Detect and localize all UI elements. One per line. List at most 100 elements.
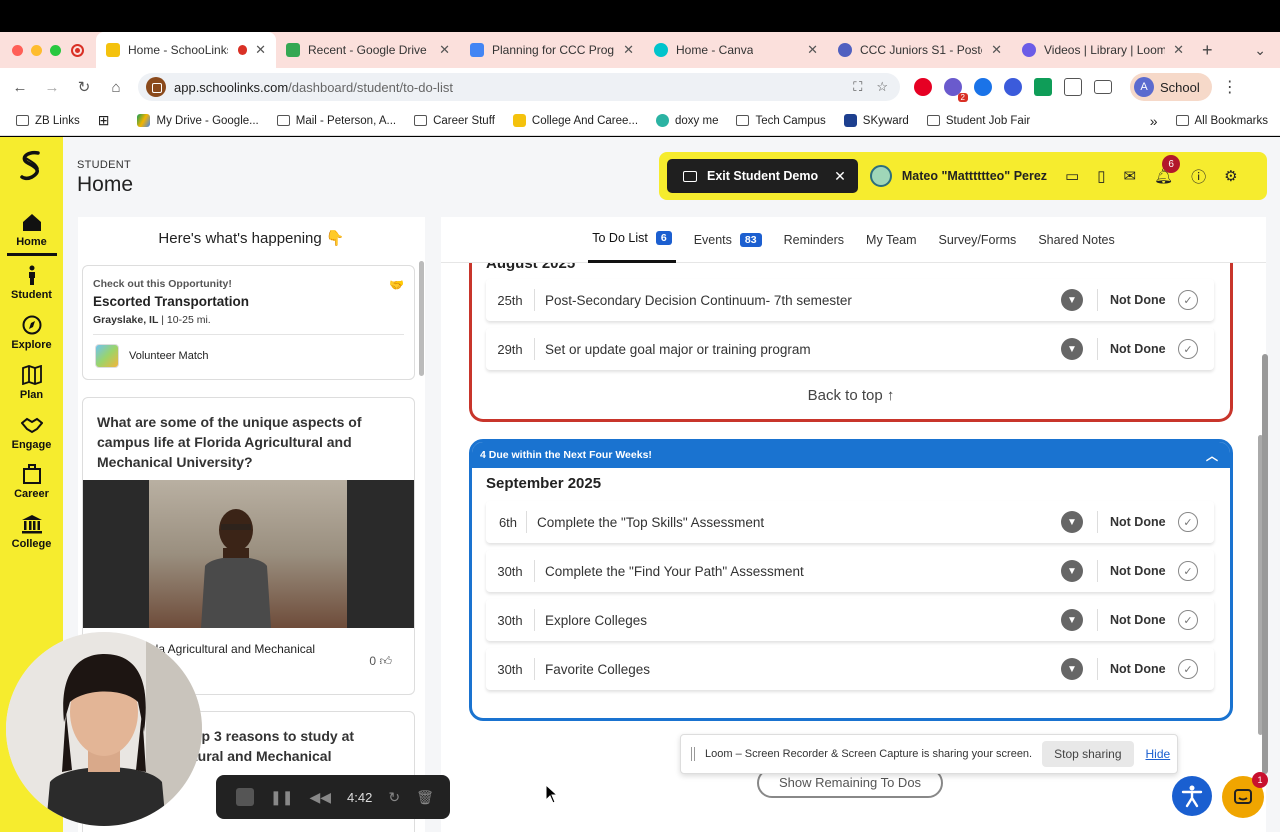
- help-icon[interactable]: ⓘ: [1191, 166, 1206, 187]
- check-circle-icon[interactable]: ✓: [1178, 610, 1198, 630]
- todo-row[interactable]: 6th Complete the "Top Skills" Assessment…: [486, 501, 1214, 543]
- tab-events[interactable]: Events 83: [690, 217, 766, 263]
- exit-student-demo-button[interactable]: Exit Student Demo ✕: [667, 159, 858, 193]
- bookmark-item[interactable]: Student Job Fair: [926, 115, 1030, 127]
- maximize-window-button[interactable]: [50, 44, 61, 56]
- todo-row[interactable]: 25th Post-Secondary Decision Continuum- …: [486, 279, 1214, 321]
- due-banner[interactable]: 4 Due within the Next Four Weeks! ︿: [472, 442, 1230, 468]
- page-scrollbar[interactable]: [1262, 354, 1268, 774]
- browser-tab-drive[interactable]: Recent - Google Drive ✕: [276, 32, 460, 68]
- back-to-top-link[interactable]: Back to top ↑: [441, 387, 1261, 404]
- wallet-icon[interactable]: ▭: [1065, 167, 1079, 185]
- chat-button[interactable]: 1: [1222, 772, 1268, 818]
- video-thumbnail[interactable]: [83, 480, 414, 628]
- nav-career[interactable]: Career: [0, 464, 63, 500]
- restart-icon[interactable]: ↻: [388, 789, 400, 806]
- chevron-down-icon[interactable]: ▼: [1061, 658, 1083, 680]
- check-circle-icon[interactable]: ✓: [1178, 339, 1198, 359]
- tab-shared-notes[interactable]: Shared Notes: [1034, 217, 1118, 263]
- bookmark-star-icon[interactable]: ☆: [876, 79, 888, 95]
- document-icon[interactable]: ▯: [1097, 167, 1105, 185]
- tab-search-chevron-icon[interactable]: ⌄: [1254, 42, 1266, 59]
- puzzle-icon[interactable]: [1064, 78, 1082, 96]
- check-circle-icon[interactable]: ✓: [1178, 290, 1198, 310]
- tab-to-do-list[interactable]: To Do List 6: [588, 217, 676, 263]
- site-info-icon[interactable]: [146, 77, 166, 97]
- todo-row[interactable]: 30th Explore Colleges ▼ Not Done ✓: [486, 599, 1214, 641]
- opportunity-card[interactable]: Check out this Opportunity! 🤝 Escorted T…: [82, 265, 415, 380]
- trash-icon[interactable]: 🗑︎: [416, 789, 434, 806]
- todo-row[interactable]: 29th Set or update goal major or trainin…: [486, 328, 1214, 370]
- drag-handle-icon[interactable]: [691, 747, 695, 761]
- address-bar[interactable]: app.schoolinks.com/dashboard/student/to-…: [138, 73, 900, 101]
- close-icon[interactable]: ✕: [834, 168, 846, 185]
- close-tab-icon[interactable]: ✕: [615, 42, 634, 58]
- close-tab-icon[interactable]: ✕: [983, 42, 1002, 58]
- more-bookmarks-icon[interactable]: »: [1150, 113, 1158, 129]
- bookmark-item[interactable]: Mail - Peterson, A...: [276, 115, 396, 127]
- stop-recording-icon[interactable]: [236, 788, 254, 806]
- tab-survey-forms[interactable]: Survey/Forms: [935, 217, 1021, 263]
- rewind-icon[interactable]: ◀◀: [309, 789, 331, 806]
- reload-icon[interactable]: ↻: [68, 78, 100, 96]
- mail-icon[interactable]: ✉: [1124, 167, 1137, 185]
- nav-explore[interactable]: Explore: [0, 315, 63, 351]
- nav-college[interactable]: College: [0, 514, 63, 550]
- bookmark-item[interactable]: ZB Links: [16, 115, 80, 127]
- bookmark-item[interactable]: SKyward: [843, 114, 909, 127]
- accessibility-button[interactable]: [1172, 776, 1212, 816]
- chevron-down-icon[interactable]: ▼: [1061, 338, 1083, 360]
- browser-tab-loom[interactable]: Videos | Library | Loom ✕: [1012, 32, 1194, 68]
- green-extension-icon[interactable]: [1034, 78, 1052, 96]
- minimize-window-button[interactable]: [31, 44, 42, 56]
- bell-icon[interactable]: 🔔︎ 6: [1154, 155, 1181, 185]
- sidepanel-icon[interactable]: [1094, 80, 1112, 94]
- profile-button[interactable]: A School: [1130, 73, 1212, 101]
- chevron-down-icon[interactable]: ▼: [1061, 289, 1083, 311]
- bookmark-item[interactable]: My Drive - Google...: [137, 114, 259, 127]
- browser-tab-schoolinks[interactable]: Home - SchooLinks ✕: [96, 32, 276, 68]
- todo-row[interactable]: 30th Complete the "Find Your Path" Asses…: [486, 550, 1214, 592]
- like-button[interactable]: 0 👍︎: [369, 654, 392, 669]
- bookmark-item[interactable]: doxy me: [656, 114, 718, 127]
- kebab-menu-icon[interactable]: ⋮: [1222, 77, 1238, 97]
- new-tab-button[interactable]: +: [1202, 40, 1213, 61]
- chevron-up-icon[interactable]: ︿: [1206, 447, 1218, 464]
- browser-tab-poster[interactable]: CCC Juniors S1 - Poster ✕: [828, 32, 1012, 68]
- schoolinks-logo-icon[interactable]: [16, 149, 46, 181]
- home-icon[interactable]: ⌂: [100, 79, 132, 96]
- gear-icon[interactable]: ⚙: [1224, 167, 1237, 185]
- close-tab-icon[interactable]: ✕: [431, 42, 450, 58]
- stop-sharing-button[interactable]: Stop sharing: [1042, 741, 1134, 767]
- chevron-down-icon[interactable]: ▼: [1061, 609, 1083, 631]
- pinterest-extension-icon[interactable]: [914, 78, 932, 96]
- chevron-down-icon[interactable]: ▼: [1061, 511, 1083, 533]
- bookmark-item[interactable]: College And Caree...: [512, 114, 638, 127]
- nav-engage[interactable]: Engage: [0, 415, 63, 451]
- close-tab-icon[interactable]: ✕: [247, 42, 266, 58]
- close-tab-icon[interactable]: ✕: [799, 42, 818, 58]
- tab-reminders[interactable]: Reminders: [780, 217, 848, 263]
- forward-arrow-icon[interactable]: →: [36, 79, 68, 96]
- close-tab-icon[interactable]: ✕: [1165, 42, 1184, 58]
- close-window-button[interactable]: [12, 44, 23, 56]
- hide-link[interactable]: Hide: [1146, 747, 1171, 761]
- student-profile[interactable]: Mateo "Matttttteo" Perez: [869, 165, 1047, 187]
- feed-scrollbar[interactable]: [419, 261, 424, 376]
- bookmark-item[interactable]: ⊞: [98, 112, 120, 129]
- chevron-down-icon[interactable]: ▼: [1061, 560, 1083, 582]
- bookmark-item[interactable]: Tech Campus: [736, 115, 826, 127]
- nav-student[interactable]: Student: [0, 265, 63, 301]
- tab-my-team[interactable]: My Team: [862, 217, 920, 263]
- browser-tab-planning[interactable]: Planning for CCC Progra ✕: [460, 32, 644, 68]
- camera-bubble[interactable]: [6, 632, 202, 826]
- back-arrow-icon[interactable]: ←: [4, 79, 36, 96]
- check-circle-icon[interactable]: ✓: [1178, 659, 1198, 679]
- translate-icon[interactable]: ⛶: [853, 79, 862, 95]
- all-bookmarks[interactable]: All Bookmarks: [1175, 115, 1268, 127]
- check-circle-icon[interactable]: ✓: [1178, 561, 1198, 581]
- shield-extension-icon[interactable]: [974, 78, 992, 96]
- pause-icon[interactable]: ❚❚: [270, 789, 293, 806]
- bookmark-item[interactable]: Career Stuff: [414, 115, 495, 127]
- check-circle-icon[interactable]: ✓: [1178, 512, 1198, 532]
